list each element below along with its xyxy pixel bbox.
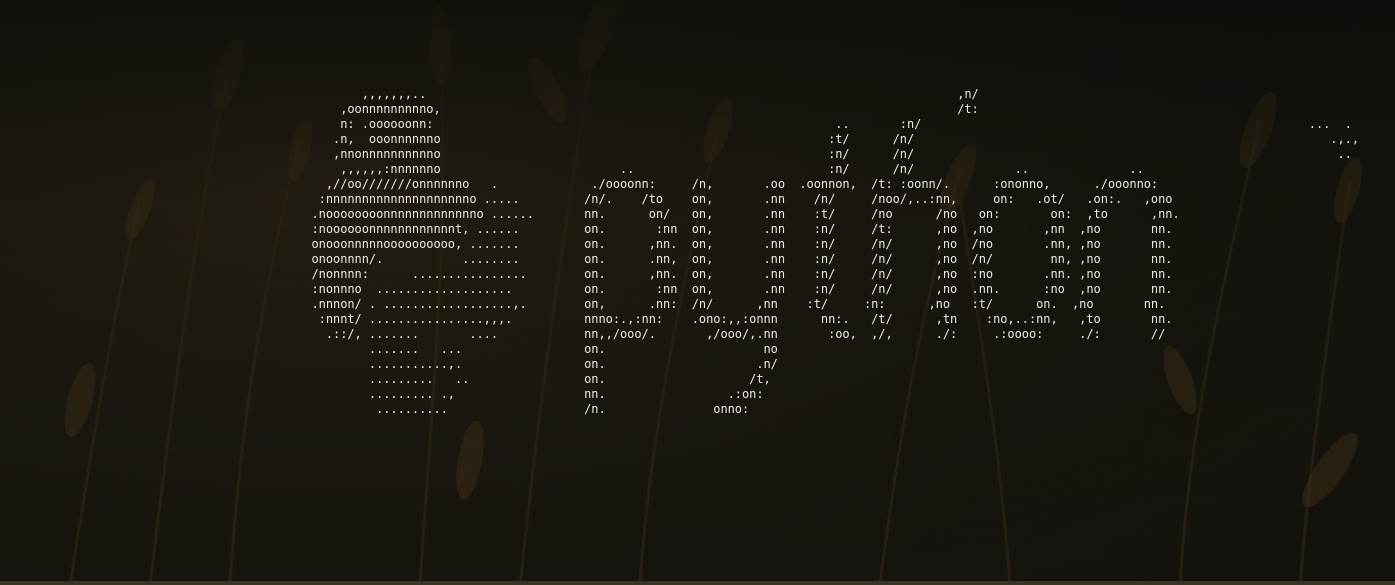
- ascii-banner: ,,,,,,,.. ,n/ ,oonnnnnnnnno, /t: n: .ooo…: [311, 87, 1359, 416]
- window-bottom-edge: [0, 581, 1395, 585]
- desktop-screen: ,,,,,,,.. ,n/ ,oonnnnnnnnno, /t: n: .ooo…: [0, 0, 1395, 585]
